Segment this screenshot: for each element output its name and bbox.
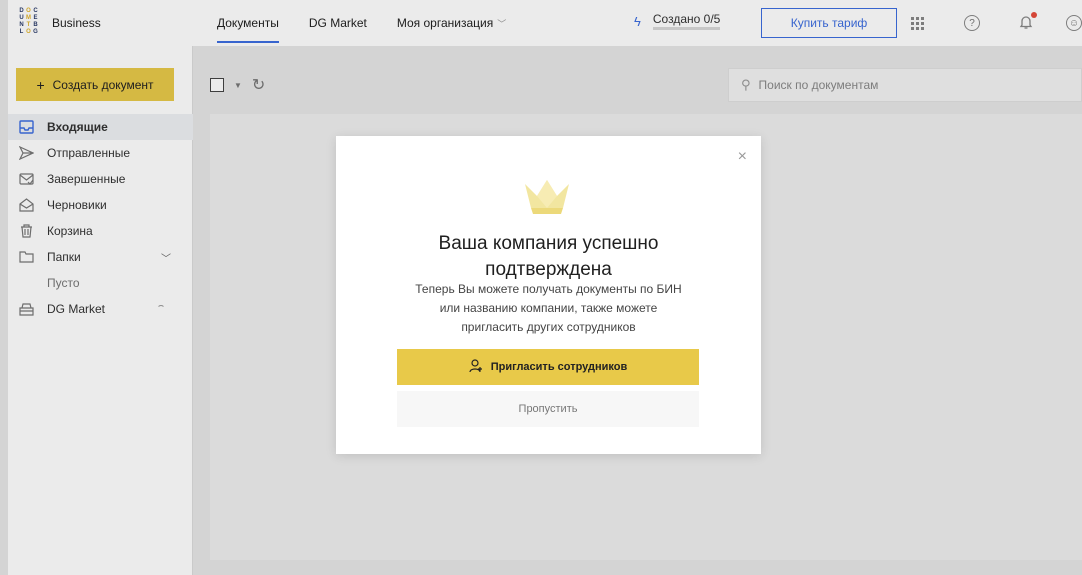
sidebar-item-completed[interactable]: Завершенные [8, 166, 193, 192]
bolt-icon: ϟ [634, 13, 641, 29]
profile-button[interactable]: ☺ [1054, 8, 1082, 38]
folder-icon [18, 250, 34, 264]
loading-spinner-icon [157, 305, 165, 313]
created-text: Создано 0/5 [652, 12, 721, 30]
sidebar-menu: Входящие Отправленные Завершенные Чернов… [8, 114, 193, 322]
completed-icon [18, 172, 34, 186]
chevron-down-icon: ﹀ [497, 18, 507, 29]
search-input[interactable] [758, 78, 1059, 92]
logo: D O C U M E N T B L O G [19, 8, 38, 35]
brand[interactable]: D O C U M E N T B L O G Business [8, 8, 193, 38]
main-nav: Документы DG Market Моя организация ﹀ [217, 0, 536, 46]
tab-dg-market[interactable]: DG Market [309, 0, 367, 46]
create-document-button[interactable]: + Создать документ [16, 68, 174, 101]
close-icon[interactable]: × [738, 148, 747, 166]
crown-icon [525, 180, 569, 214]
apps-grid-icon [910, 16, 924, 30]
help-icon: ? [964, 15, 980, 31]
brand-name: Business [52, 16, 101, 30]
sidebar-item-sent[interactable]: Отправленные [8, 140, 193, 166]
notification-dot [1031, 11, 1037, 18]
apps-grid-button[interactable] [897, 8, 937, 38]
chevron-down-icon[interactable]: ﹀ [161, 250, 171, 265]
notifications-button[interactable] [1006, 8, 1046, 38]
select-all-checkbox[interactable] [210, 78, 224, 92]
sidebar-item-folders[interactable]: Папки ﹀ [8, 244, 193, 270]
user-icon: ☺ [1066, 15, 1082, 31]
tab-my-organization[interactable]: Моя организация ﹀ [397, 0, 506, 46]
add-user-icon [469, 358, 483, 376]
sidebar: + Создать документ Входящие Отправленные… [8, 46, 193, 575]
sidebar-item-dg-market[interactable]: DG Market [8, 296, 193, 322]
sidebar-item-inbox[interactable]: Входящие [8, 114, 193, 140]
help-button[interactable]: ? [952, 8, 992, 38]
tab-documents[interactable]: Документы [217, 0, 279, 46]
drafts-icon [18, 198, 34, 212]
documents-toolbar: ▼ ↻ [210, 68, 265, 102]
caret-down-icon[interactable]: ▼ [234, 81, 242, 90]
company-verified-modal: × Ваша компания успешно подтверждена Теп… [336, 136, 761, 454]
sidebar-item-drafts[interactable]: Черновики [8, 192, 193, 218]
bell-icon [1019, 11, 1037, 33]
search-box[interactable]: ⚲ [728, 68, 1082, 102]
trash-icon [18, 224, 34, 238]
search-icon: ⚲ [741, 77, 751, 92]
created-counter[interactable]: ϟ Создано 0/5 [634, 12, 721, 30]
plus-icon: + [36, 76, 45, 93]
skip-button[interactable]: Пропустить [397, 391, 699, 427]
buy-tariff-button[interactable]: Купить тариф [761, 8, 897, 38]
send-icon [18, 146, 34, 160]
inbox-icon [18, 120, 34, 134]
invite-employees-button[interactable]: Пригласить сотрудников [397, 349, 699, 385]
modal-description: Теперь Вы можете получать документы по Б… [415, 282, 682, 334]
sidebar-item-trash[interactable]: Корзина [8, 218, 193, 244]
refresh-icon[interactable]: ↻ [252, 75, 265, 95]
sidebar-item-empty: Пусто [47, 276, 80, 290]
market-icon [18, 302, 34, 316]
modal-title: Ваша компания успешно подтверждена [438, 233, 659, 280]
top-header: D O C U M E N T B L O G Business Докумен… [8, 0, 1082, 46]
